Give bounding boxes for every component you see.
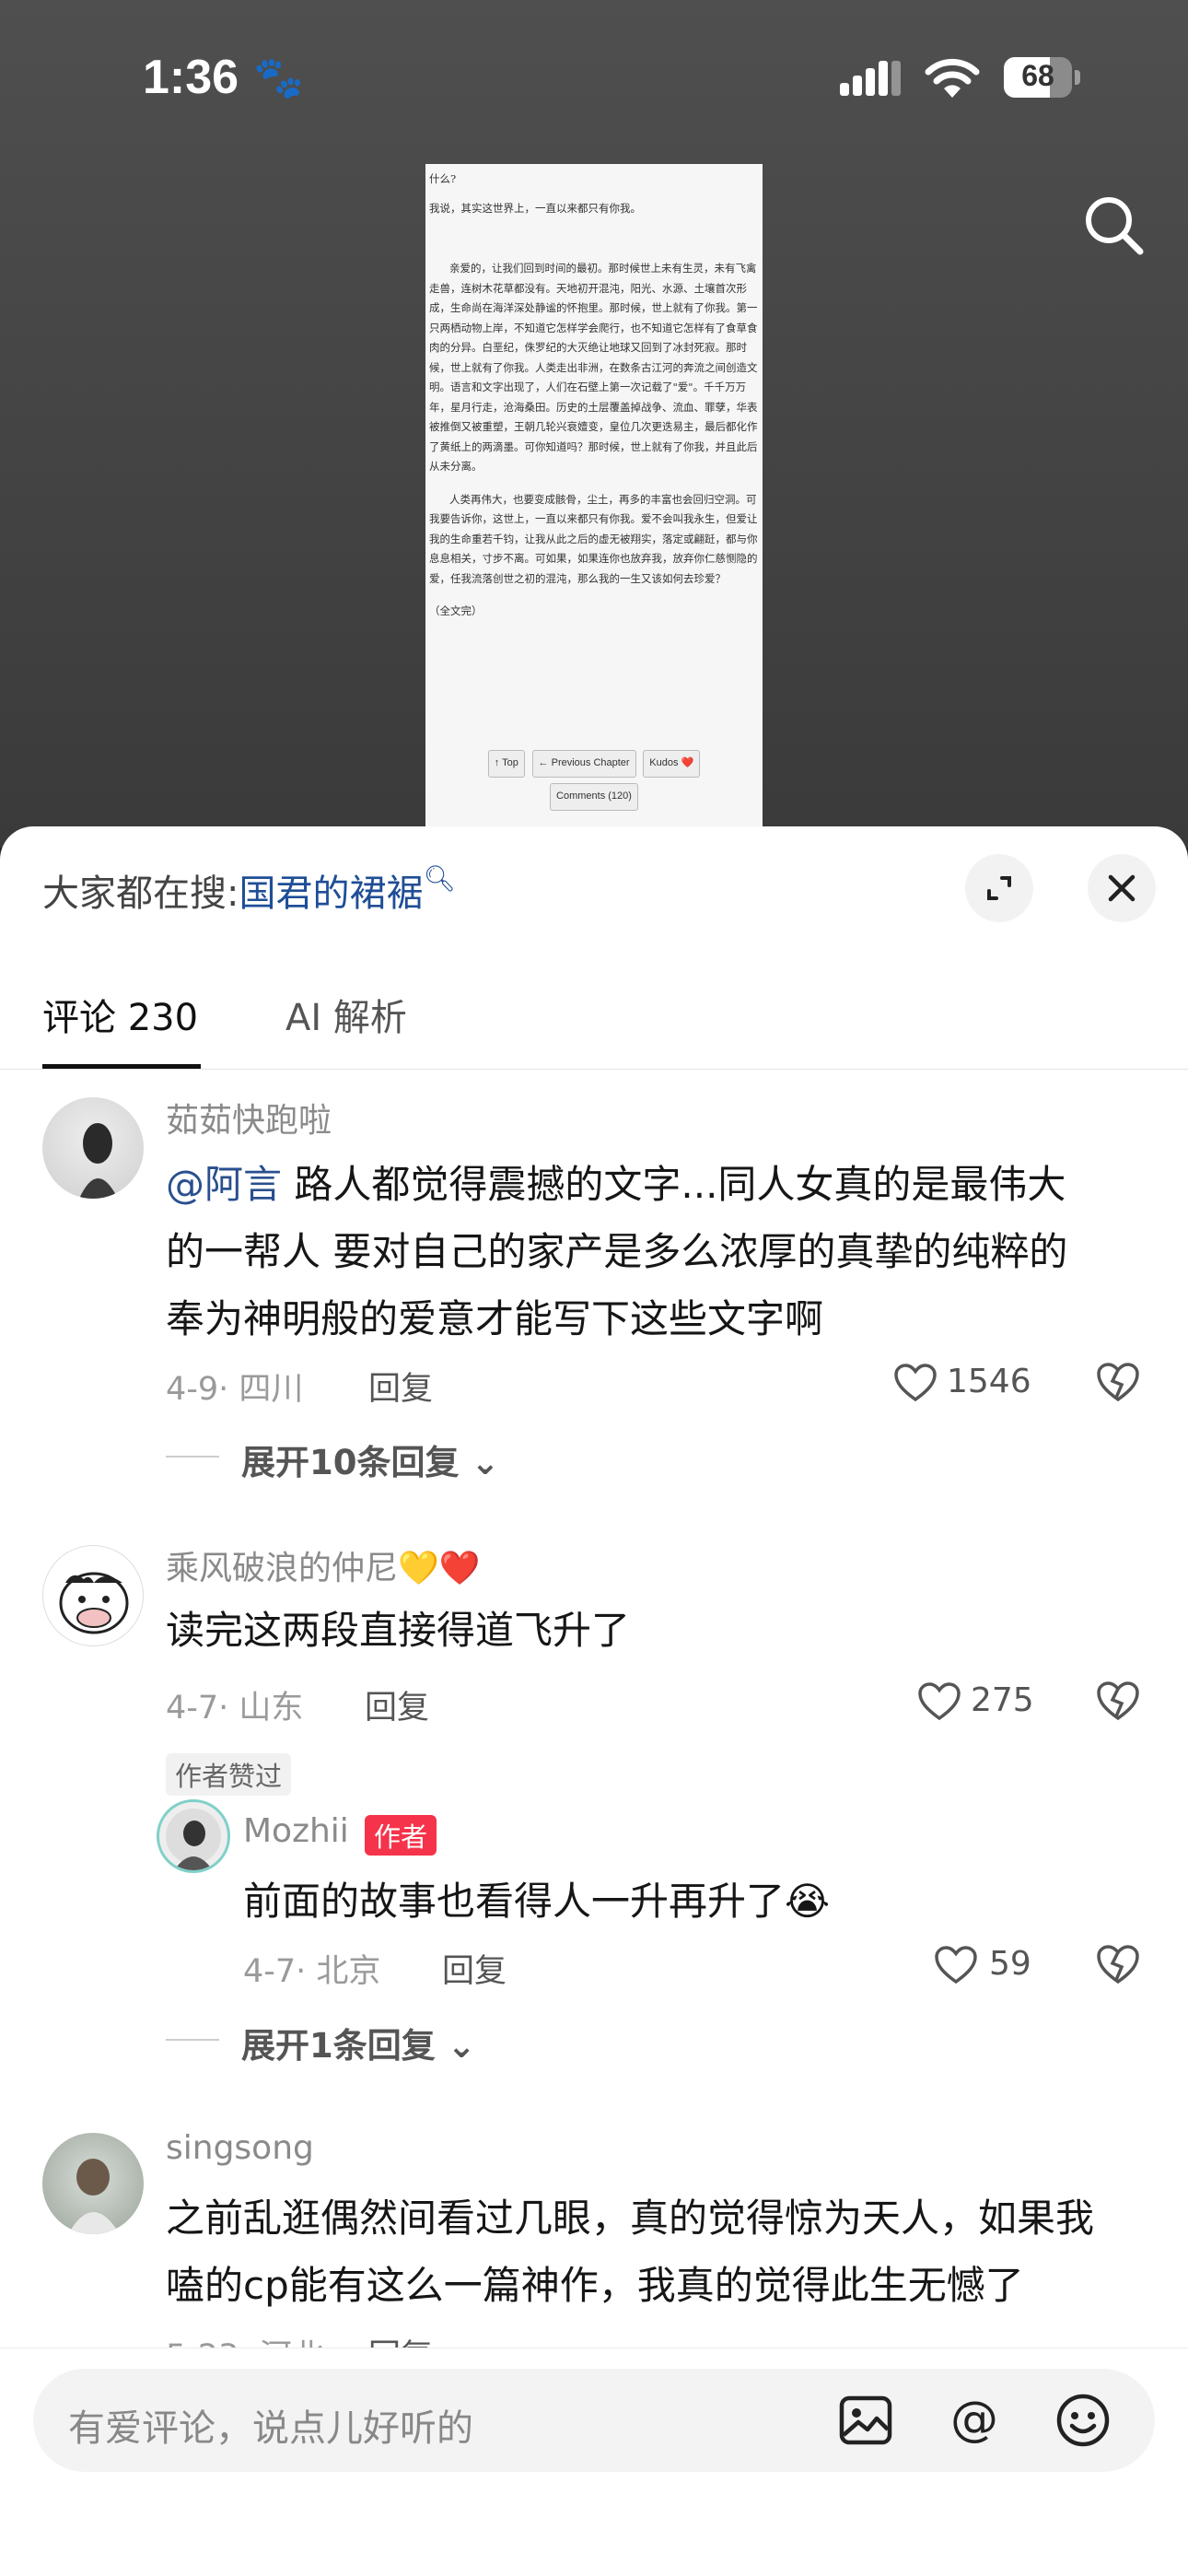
- image-icon[interactable]: [836, 2391, 895, 2450]
- chevron-down-icon: ⌄: [447, 2026, 476, 2066]
- avatar[interactable]: [42, 1545, 144, 1646]
- reply-button[interactable]: 回复: [442, 1945, 507, 1992]
- doc-line: 我说，其实这世界上，一直以来都只有你我。: [429, 201, 641, 215]
- trending-keyword[interactable]: 国君的裙裾: [239, 872, 423, 915]
- kudos-button[interactable]: Kudos ❤️: [643, 750, 701, 778]
- expand-replies-button[interactable]: 展开10条回复 ⌄: [241, 1434, 499, 1484]
- cellular-signal-icon: [840, 61, 901, 96]
- avatar[interactable]: [42, 1097, 144, 1199]
- reply-text: 前面的故事也看得人一升再升了😭: [243, 1879, 831, 1924]
- comment-username[interactable]: singsong: [166, 2129, 314, 2167]
- comments-button[interactable]: Comments (120): [550, 783, 638, 811]
- heart-icon[interactable]: [893, 1363, 938, 1403]
- status-time: 1:36: [143, 51, 239, 104]
- comment-text: 读完这两段直接得道飞升了: [166, 1608, 631, 1653]
- dislike-icon[interactable]: [1096, 1943, 1140, 1985]
- doc-nav-2: Comments (120): [425, 783, 763, 811]
- expand-replies-button[interactable]: 展开1条回复 ⌄: [241, 2018, 476, 2067]
- author-liked-badge: 作者赞过: [166, 1753, 292, 1796]
- avatar[interactable]: [157, 1799, 230, 1873]
- user-avatar-image: [79, 1123, 118, 1199]
- user-avatar-image: [68, 2159, 120, 2234]
- user-avatar-image: [166, 1809, 221, 1870]
- previous-chapter-button[interactable]: ← Previous Chapter: [531, 750, 636, 778]
- battery-percent: 68: [1021, 59, 1054, 92]
- fanfic-screenshot: 什么? 我说，其实这世界上，一直以来都只有你我。 亲爱的，让我们回到时间的最初。…: [425, 164, 763, 829]
- divider: [0, 1069, 1188, 1070]
- comment-sheet: 大家都在搜:国君的裙裾🔍︎ 评论 230 AI 解析 茹茹快跑啦 @阿言 路人都…: [0, 826, 1188, 2576]
- battery-indicator: 68: [1004, 57, 1081, 98]
- doc-line: （全文完）: [429, 604, 483, 617]
- chevron-down-icon: ⌄: [471, 1443, 500, 1482]
- comment-input[interactable]: 有爱评论，说点儿好听的 @: [33, 2369, 1155, 2472]
- mention-icon[interactable]: @: [945, 2391, 1004, 2450]
- trending-prefix: 大家都在搜:: [42, 872, 239, 915]
- search-icon[interactable]: [1077, 189, 1151, 263]
- comment-meta: 4-7· 山东: [166, 1690, 304, 1727]
- status-bar: 1:36 🐾 68: [0, 37, 1188, 120]
- reply-username[interactable]: Mozhii: [243, 1812, 349, 1850]
- like-count: 59: [989, 1945, 1031, 1983]
- heart-icon[interactable]: [917, 1681, 961, 1722]
- author-badge: 作者: [365, 1815, 437, 1856]
- paw-icon: 🐾: [253, 54, 304, 101]
- like-count: 1546: [947, 1363, 1031, 1400]
- svg-text:@: @: [950, 2392, 998, 2447]
- doc-paragraph: 人类再伟大，也要变成骸骨，尘土，再多的丰富也会回归空洞。可我要告诉你，这世上，一…: [429, 492, 758, 585]
- like-count: 275: [971, 1681, 1034, 1719]
- trending-search[interactable]: 大家都在搜:国君的裙裾🔍︎: [42, 863, 456, 917]
- dislike-icon[interactable]: [1096, 1680, 1140, 1722]
- heart-icon[interactable]: [934, 1945, 978, 1985]
- expand-icon: [987, 876, 1011, 900]
- expand-button[interactable]: [965, 854, 1033, 922]
- tab-ai-analysis[interactable]: AI 解析: [285, 988, 407, 1041]
- comment-text: @阿言 路人都觉得震撼的文字...同人女真的是最伟大 的一帮人 要对自己的家产是…: [166, 1162, 1068, 1341]
- close-button[interactable]: [1088, 854, 1156, 922]
- comment-meta: 4-9· 四川: [166, 1371, 304, 1408]
- reply-meta: 4-7· 北京: [243, 1953, 381, 1990]
- top-button[interactable]: ↑ Top: [487, 750, 525, 778]
- avatar[interactable]: [42, 2133, 144, 2234]
- doc-paragraph: 亲爱的，让我们回到时间的最初。那时候世上未有生灵，未有飞禽走兽，连树木花草都没有…: [429, 262, 758, 473]
- tab-comments[interactable]: 评论 230: [42, 988, 198, 1041]
- comment-input-bar: 有爱评论，说点儿好听的 @: [0, 2348, 1188, 2576]
- doc-line: 什么?: [429, 172, 457, 185]
- close-icon: [1108, 874, 1136, 902]
- mention-link[interactable]: @阿言: [166, 1162, 282, 1207]
- doc-nav: ↑ Top ← Previous Chapter Kudos ❤️: [425, 750, 763, 778]
- cow-avatar-image: [59, 1572, 129, 1634]
- search-small-icon: 🔍︎: [423, 863, 457, 894]
- comment-text: 之前乱逛偶然间看过几眼，真的觉得惊为天人，如果我 嗑的cp能有这么一篇神作，我真…: [166, 2195, 1095, 2308]
- wifi-icon: [925, 58, 980, 98]
- comment-input-placeholder: 有爱评论，说点儿好听的: [68, 2407, 473, 2450]
- comment-username[interactable]: 乘风破浪的仲尼💛❤️: [166, 1541, 481, 1589]
- emoji-icon[interactable]: [1054, 2391, 1112, 2450]
- dislike-icon[interactable]: [1096, 1361, 1140, 1403]
- comment-username[interactable]: 茹茹快跑啦: [166, 1094, 332, 1142]
- reply-button[interactable]: 回复: [365, 1681, 429, 1728]
- reply-button[interactable]: 回复: [368, 1363, 433, 1410]
